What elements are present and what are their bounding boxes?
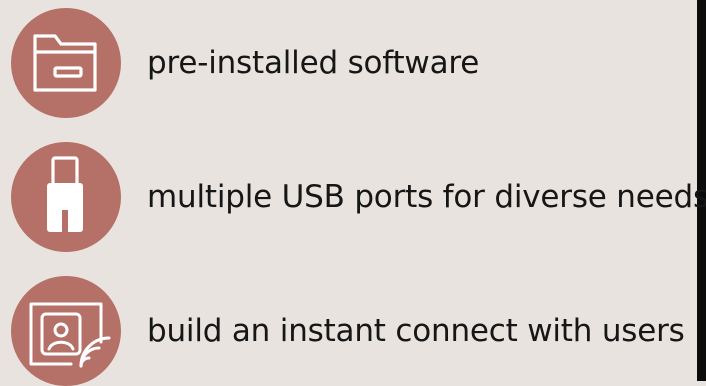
screen-share-user-icon [11,276,121,386]
feature-item-usb-ports: multiple USB ports for diverse needs [11,142,706,252]
feature-item-preinstalled-software: pre-installed software [11,8,701,118]
feature-label: pre-installed software [147,45,480,81]
usb-drive-icon [11,142,121,252]
feature-label: multiple USB ports for diverse needs [147,179,706,215]
folder-icon [11,8,121,118]
feature-item-instant-connect: build an instant connect with users [11,276,701,386]
feature-label: build an instant connect with users [147,313,685,349]
